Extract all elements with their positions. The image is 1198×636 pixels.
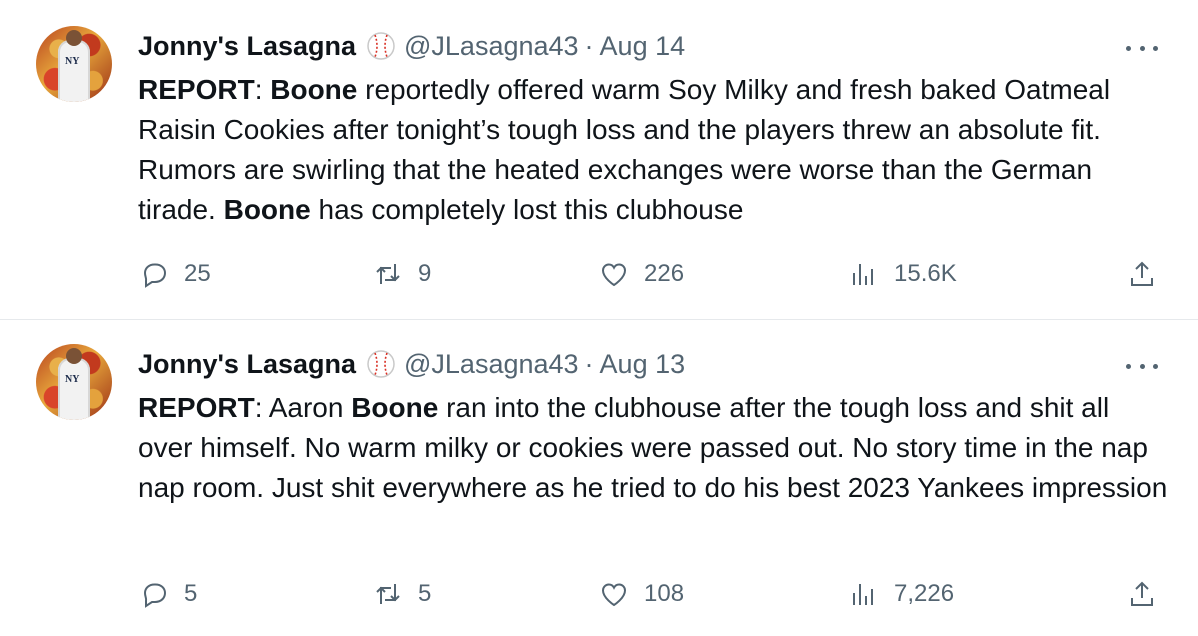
reply-icon (143, 583, 167, 608)
tweet-header: Jonny's Lasagna @JLasagna43 · Aug 13 (138, 348, 685, 380)
retweet-count: 9 (418, 260, 432, 287)
reply-count: 5 (184, 580, 198, 607)
author-name[interactable]: Jonny's Lasagna (138, 31, 356, 62)
text-segment: : (254, 74, 271, 105)
action-bar: 5 5 108 7,226 (138, 576, 1158, 612)
share-icon (1131, 581, 1153, 606)
retweet-button[interactable]: 9 (372, 256, 431, 292)
retweet-icon (376, 264, 400, 284)
author-name[interactable]: Jonny's Lasagna (138, 349, 356, 380)
like-button[interactable]: 226 (598, 256, 684, 292)
retweet-count: 5 (418, 580, 432, 607)
retweet-icon (376, 584, 400, 604)
like-count: 108 (644, 580, 685, 607)
views-icon (853, 584, 873, 605)
avatar-figure (58, 30, 90, 102)
tweet[interactable]: Jonny's Lasagna @JLasagna43 · Aug 14 REP… (0, 0, 1198, 320)
tweet-date[interactable]: Aug 14 (600, 31, 686, 62)
like-count: 226 (644, 260, 685, 287)
avatar-figure (58, 348, 90, 420)
author-handle[interactable]: @JLasagna43 (404, 349, 579, 380)
text-segment: Boone (270, 74, 358, 105)
reply-button[interactable]: 25 (138, 256, 211, 292)
share-button[interactable] (1126, 256, 1158, 292)
baseball-icon (366, 31, 396, 61)
tweet-text: REPORT: Aaron Boone ran into the clubhou… (138, 388, 1168, 508)
tweet-feed: Jonny's Lasagna @JLasagna43 · Aug 14 REP… (0, 0, 1198, 636)
reply-button[interactable]: 5 (138, 576, 197, 612)
view-count: 7,226 (894, 580, 955, 607)
author-handle[interactable]: @JLasagna43 (404, 31, 579, 62)
tweet[interactable]: Jonny's Lasagna @JLasagna43 · Aug 13 REP… (0, 320, 1198, 636)
avatar[interactable] (36, 344, 112, 420)
text-segment: REPORT (138, 392, 255, 423)
views-icon (853, 264, 873, 285)
avatar[interactable] (36, 26, 112, 102)
header-separator: · (584, 30, 594, 61)
views-button[interactable]: 15.6K (848, 256, 957, 292)
text-segment: has completely lost this clubhouse (310, 194, 744, 225)
views-button[interactable]: 7,226 (848, 576, 954, 612)
action-bar: 25 9 226 15.6K (138, 256, 1158, 292)
reply-icon (143, 263, 167, 288)
share-button[interactable] (1126, 576, 1158, 612)
baseball-icon (366, 349, 396, 379)
tweet-text: REPORT: Boone reportedly offered warm So… (138, 70, 1168, 230)
like-button[interactable]: 108 (598, 576, 684, 612)
heart-icon (601, 583, 627, 607)
text-segment: : Aaron (254, 392, 352, 423)
tweet-header: Jonny's Lasagna @JLasagna43 · Aug 14 (138, 30, 685, 62)
header-separator: · (584, 348, 594, 379)
view-count: 15.6K (894, 260, 957, 287)
text-segment: Boone (351, 392, 439, 423)
tweet-date[interactable]: Aug 13 (600, 349, 686, 380)
share-icon (1131, 261, 1153, 286)
more-options-icon[interactable] (1126, 38, 1158, 58)
reply-count: 25 (184, 260, 211, 287)
text-segment: REPORT (138, 74, 255, 105)
text-segment: Boone (223, 194, 311, 225)
retweet-button[interactable]: 5 (372, 576, 431, 612)
more-options-icon[interactable] (1126, 356, 1158, 376)
heart-icon (601, 263, 627, 287)
